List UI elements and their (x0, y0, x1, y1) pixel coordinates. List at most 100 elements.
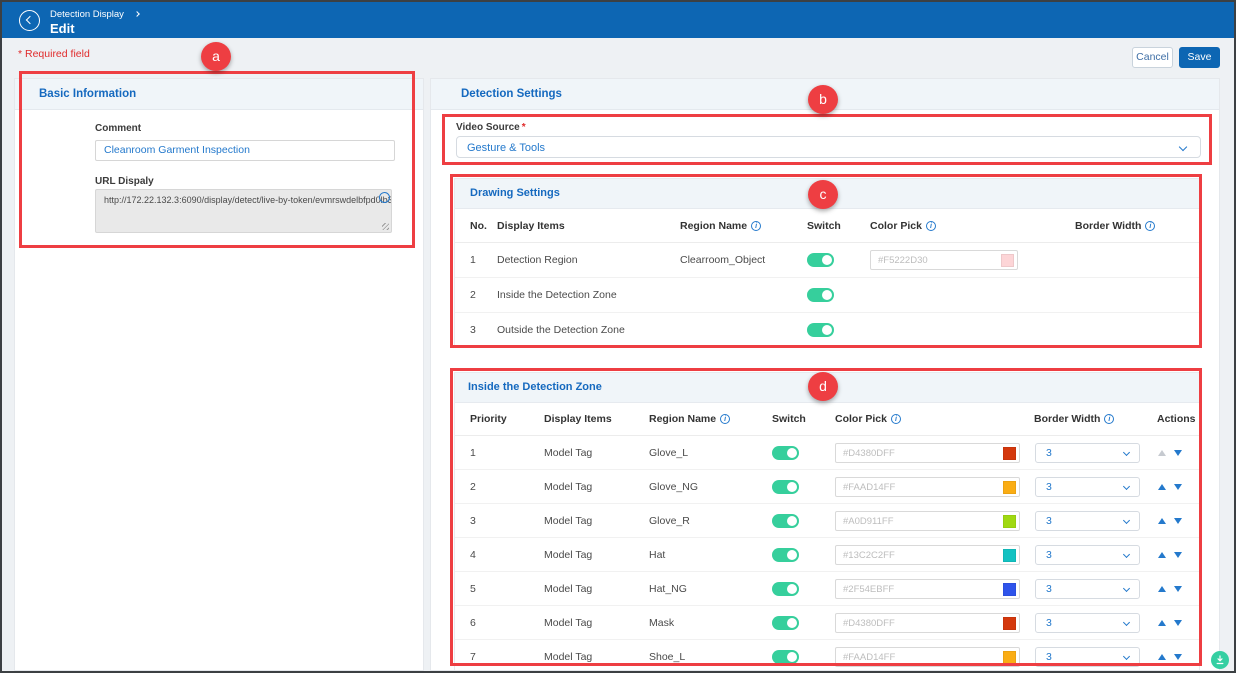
row-region-name: Glove_R (649, 515, 690, 527)
border-width-select[interactable]: 3 (1035, 545, 1140, 565)
col-switch: Switch (807, 220, 841, 232)
color-pick-input[interactable]: #D4380DFF (835, 443, 1020, 463)
resize-grip-icon[interactable] (382, 223, 389, 230)
row-region-name: Mask (649, 617, 674, 629)
chevron-down-icon (1179, 143, 1187, 151)
move-down-button[interactable] (1174, 450, 1182, 456)
col-region-name: Region Namei (649, 413, 730, 425)
border-width-select[interactable]: 3 (1035, 443, 1140, 463)
move-up-button[interactable] (1158, 620, 1166, 626)
switch-toggle[interactable] (772, 616, 799, 630)
info-icon[interactable]: i (751, 221, 761, 231)
video-source-label: Video Source* (456, 122, 526, 133)
row-display-item: Model Tag (544, 549, 592, 561)
color-value: #FAAD14FF (843, 482, 895, 493)
row-priority: 7 (470, 651, 476, 663)
row-region-name: Hat_NG (649, 583, 687, 595)
move-down-button[interactable] (1174, 518, 1182, 524)
color-pick-input[interactable]: #F5222D30 (870, 250, 1018, 270)
chevron-down-icon (1123, 550, 1130, 557)
inside-zone-header: Inside the Detection Zone (455, 373, 1199, 403)
color-pick-input[interactable]: #FAAD14FF (835, 647, 1020, 667)
required-field-note: * Required field (18, 48, 90, 60)
breadcrumb-chevron-icon (134, 11, 140, 17)
info-icon[interactable]: i (1145, 221, 1155, 231)
switch-toggle[interactable] (772, 548, 799, 562)
move-down-button[interactable] (1174, 586, 1182, 592)
color-swatch[interactable] (1003, 549, 1016, 562)
back-button[interactable] (19, 10, 40, 31)
color-swatch[interactable] (1003, 617, 1016, 630)
info-icon[interactable]: i (891, 414, 901, 424)
download-icon (1215, 655, 1225, 665)
comment-label: Comment (95, 123, 141, 134)
border-width-select[interactable]: 3 (1035, 477, 1140, 497)
move-up-button[interactable] (1158, 450, 1166, 456)
toggle-knob (822, 255, 832, 265)
color-pick-input[interactable]: #FAAD14FF (835, 477, 1020, 497)
toggle-knob (787, 550, 797, 560)
color-pick-input[interactable]: #13C2C2FF (835, 545, 1020, 565)
switch-toggle[interactable] (772, 514, 799, 528)
move-down-button[interactable] (1174, 654, 1182, 660)
row-display-item: Inside the Detection Zone (497, 289, 617, 301)
move-up-button[interactable] (1158, 654, 1166, 660)
breadcrumb[interactable]: Detection Display (50, 9, 139, 20)
info-icon[interactable]: i (1104, 414, 1114, 424)
breadcrumb-label[interactable]: Detection Display (50, 9, 124, 20)
move-down-button[interactable] (1174, 484, 1182, 490)
color-value: #FAAD14FF (843, 652, 895, 663)
video-source-select[interactable]: Gesture & Tools (456, 136, 1201, 158)
border-width-select[interactable]: 3 (1035, 613, 1140, 633)
info-icon[interactable]: i (926, 221, 936, 231)
color-pick-input[interactable]: #D4380DFF (835, 613, 1020, 633)
border-width-value: 3 (1046, 447, 1052, 459)
info-icon[interactable]: i (720, 414, 730, 424)
inside-table-row: 4 Model Tag Hat #13C2C2FF 3 (455, 538, 1199, 572)
color-pick-input[interactable]: #A0D911FF (835, 511, 1020, 531)
border-width-select[interactable]: 3 (1035, 647, 1140, 667)
border-width-select[interactable]: 3 (1035, 511, 1140, 531)
col-no: No. (470, 220, 487, 232)
move-up-button[interactable] (1158, 586, 1166, 592)
move-up-button[interactable] (1158, 518, 1166, 524)
switch-toggle[interactable] (772, 446, 799, 460)
switch-toggle[interactable] (772, 650, 799, 664)
col-priority: Priority (470, 413, 507, 425)
move-up-button[interactable] (1158, 484, 1166, 490)
comment-input[interactable]: Cleanroom Garment Inspection (95, 140, 395, 161)
basic-information-title: Basic Information (39, 88, 136, 100)
drawing-table-row: 2 Inside the Detection Zone (455, 278, 1199, 313)
row-display-item: Outside the Detection Zone (497, 324, 625, 336)
move-down-button[interactable] (1174, 620, 1182, 626)
border-width-select[interactable]: 3 (1035, 579, 1140, 599)
row-priority: 4 (470, 549, 476, 561)
toggle-knob (787, 618, 797, 628)
refresh-icon[interactable] (379, 192, 390, 203)
color-swatch[interactable] (1003, 481, 1016, 494)
cancel-button[interactable]: Cancel (1132, 47, 1173, 68)
switch-toggle[interactable] (772, 582, 799, 596)
color-pick-input[interactable]: #2F54EBFF (835, 579, 1020, 599)
switch-toggle[interactable] (772, 480, 799, 494)
switch-toggle[interactable] (807, 253, 834, 267)
move-up-button[interactable] (1158, 552, 1166, 558)
download-fab-button[interactable] (1211, 651, 1229, 669)
border-width-value: 3 (1046, 651, 1052, 663)
color-swatch[interactable] (1003, 583, 1016, 596)
url-display-textarea[interactable]: http://172.22.132.3:6090/display/detect/… (95, 189, 392, 233)
color-swatch[interactable] (1001, 254, 1014, 267)
color-swatch[interactable] (1003, 515, 1016, 528)
switch-toggle[interactable] (807, 323, 834, 337)
inside-table-row: 2 Model Tag Glove_NG #FAAD14FF 3 (455, 470, 1199, 504)
color-value: #2F54EBFF (843, 584, 894, 595)
row-region-name: Glove_L (649, 447, 688, 459)
chevron-down-icon (1123, 584, 1130, 591)
save-button[interactable]: Save (1179, 47, 1220, 68)
inside-zone-title: Inside the Detection Zone (468, 381, 602, 393)
switch-toggle[interactable] (807, 288, 834, 302)
row-no: 1 (470, 254, 476, 266)
color-swatch[interactable] (1003, 651, 1016, 664)
move-down-button[interactable] (1174, 552, 1182, 558)
color-swatch[interactable] (1003, 447, 1016, 460)
